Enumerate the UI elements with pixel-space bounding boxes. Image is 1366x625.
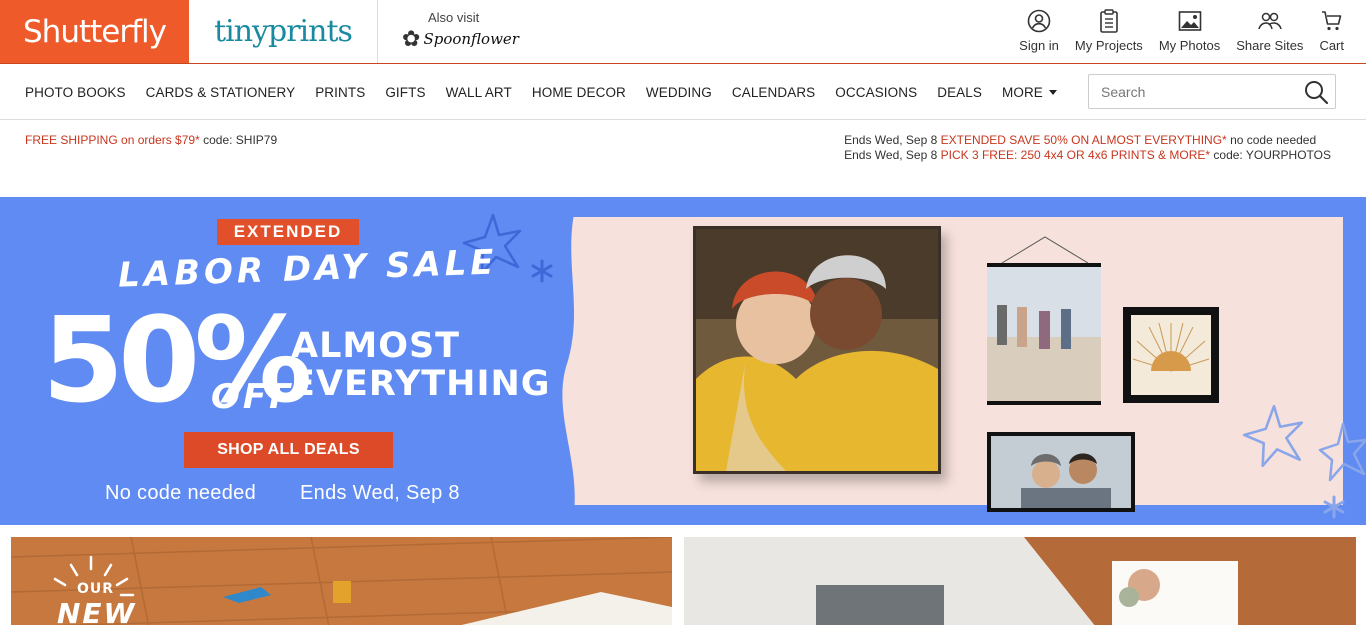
nav-wedding[interactable]: WEDDING bbox=[636, 85, 722, 100]
shop-all-deals-button[interactable]: SHOP ALL DEALS bbox=[184, 432, 393, 468]
framed-sun-print bbox=[1123, 307, 1219, 403]
spoonflower-flower-icon: ✿ bbox=[402, 26, 421, 51]
search-input[interactable] bbox=[1089, 75, 1299, 108]
my-photos-link[interactable]: My Photos bbox=[1151, 6, 1228, 58]
deal-promo-1-ends: Ends Wed, Sep 8 bbox=[844, 133, 938, 147]
tinyprints-logo-text: tinyprints bbox=[214, 14, 353, 49]
top-header: Shutterfly tinyprints Also visit ✿ Spoon… bbox=[0, 0, 1366, 64]
spoonflower-logo-text: Spoonflower bbox=[423, 30, 519, 48]
asterisk-doodle-right-icon bbox=[1323, 495, 1345, 519]
also-visit-spoonflower[interactable]: Also visit ✿ Spoonflower bbox=[400, 8, 520, 58]
deal-promo-2-offer: PICK 3 FREE: 250 4x4 OR 4x6 PRINTS & MOR… bbox=[940, 148, 1211, 162]
hero-ends-note: Ends Wed, Sep 8 bbox=[300, 482, 460, 504]
promo-strip: FREE SHIPPING on orders $79* code: SHIP7… bbox=[0, 120, 1366, 196]
nav-calendars[interactable]: CALENDARS bbox=[722, 85, 825, 100]
category-list: PHOTO BOOKS CARDS & STATIONERY PRINTS GI… bbox=[15, 64, 1067, 120]
hero-subheadline-line1: ALMOST bbox=[291, 326, 461, 366]
hero-no-code-note: No code needed bbox=[105, 482, 256, 504]
tile-left-line1: OUR bbox=[77, 581, 115, 597]
hero-headline: LABOR DAY SALE bbox=[117, 242, 499, 296]
shutterfly-logo-text: Shutterfly bbox=[23, 13, 167, 50]
sign-in-label: Sign in bbox=[1019, 38, 1059, 53]
extended-tag: EXTENDED bbox=[217, 219, 359, 245]
star-doodle-edge-icon bbox=[1318, 422, 1366, 482]
promo-tile-new[interactable]: OUR NEW bbox=[11, 537, 672, 625]
couple-photo-image bbox=[991, 436, 1131, 508]
nav-cards-stationery[interactable]: CARDS & STATIONERY bbox=[136, 85, 306, 100]
free-shipping-promo[interactable]: FREE SHIPPING on orders $79* code: SHIP7… bbox=[25, 133, 277, 147]
image-icon bbox=[1178, 6, 1202, 36]
my-projects-link[interactable]: My Projects bbox=[1067, 6, 1151, 58]
free-shipping-text: FREE SHIPPING on orders $79* bbox=[25, 133, 200, 147]
nav-more-label: MORE bbox=[1002, 84, 1043, 100]
deal-promo-1-offer: EXTENDED SAVE 50% ON ALMOST EVERYTHING* bbox=[940, 133, 1227, 147]
nav-photo-books[interactable]: PHOTO BOOKS bbox=[15, 85, 136, 100]
framed-photo-couple bbox=[987, 432, 1135, 512]
user-circle-icon bbox=[1027, 6, 1051, 36]
beach-photo-image bbox=[987, 267, 1101, 401]
asterisk-doodle-icon bbox=[531, 259, 553, 283]
search-icon[interactable] bbox=[1303, 79, 1329, 105]
tinyprints-logo[interactable]: tinyprints bbox=[189, 0, 378, 63]
nav-home-decor[interactable]: HOME DECOR bbox=[522, 85, 636, 100]
people-icon bbox=[1257, 6, 1283, 36]
share-sites-label: Share Sites bbox=[1236, 38, 1304, 53]
deal-promo-1-note: no code needed bbox=[1230, 133, 1317, 147]
star-doodle-right-icon bbox=[1242, 404, 1304, 468]
nav-deals[interactable]: DEALS bbox=[927, 85, 992, 100]
share-sites-link[interactable]: Share Sites bbox=[1228, 6, 1311, 58]
tile-left-line2: NEW bbox=[57, 597, 137, 625]
nav-gifts[interactable]: GIFTS bbox=[375, 85, 435, 100]
nav-more[interactable]: MORE bbox=[992, 85, 1067, 100]
promo-tile-wedding[interactable] bbox=[684, 537, 1356, 625]
framed-photo-friends bbox=[693, 226, 941, 474]
utility-nav: Sign in My Projects My Photos Share Site… bbox=[1011, 6, 1352, 58]
deal-promo-1[interactable]: Ends Wed, Sep 8 EXTENDED SAVE 50% ON ALM… bbox=[844, 133, 1331, 148]
cart-icon bbox=[1320, 6, 1344, 36]
hero-subheadline: ALMOST EVERYTHING bbox=[291, 327, 551, 403]
hanging-string bbox=[1001, 236, 1089, 264]
shutterfly-logo[interactable]: Shutterfly bbox=[0, 0, 189, 63]
hero-wave-edge bbox=[548, 197, 578, 525]
sun-print-image bbox=[1131, 315, 1211, 395]
free-shipping-code: code: SHIP79 bbox=[203, 133, 278, 147]
sign-in-link[interactable]: Sign in bbox=[1011, 6, 1067, 58]
deal-promos: Ends Wed, Sep 8 EXTENDED SAVE 50% ON ALM… bbox=[844, 133, 1331, 163]
hero-wall-art-photo bbox=[560, 217, 1343, 505]
hero-banner[interactable]: EXTENDED LABOR DAY SALE 50% OFF ALMOST E… bbox=[0, 197, 1366, 525]
caret-down-icon bbox=[1048, 89, 1057, 95]
friends-photo-image bbox=[696, 229, 938, 471]
hero-off-label: OFF bbox=[211, 377, 296, 417]
category-nav: PHOTO BOOKS CARDS & STATIONERY PRINTS GI… bbox=[0, 64, 1366, 120]
nav-occasions[interactable]: OCCASIONS bbox=[825, 85, 927, 100]
hero-subheadline-line2: EVERYTHING bbox=[291, 364, 551, 404]
deal-promo-2-code: code: YOURPHOTOS bbox=[1213, 148, 1331, 162]
nav-prints[interactable]: PRINTS bbox=[305, 85, 375, 100]
cart-label: Cart bbox=[1319, 38, 1344, 53]
tile-right-image bbox=[684, 537, 1356, 625]
cart-link[interactable]: Cart bbox=[1311, 6, 1352, 58]
spoonflower-logo: ✿ Spoonflower bbox=[402, 28, 519, 50]
search-box bbox=[1088, 74, 1336, 109]
my-projects-label: My Projects bbox=[1074, 38, 1143, 53]
also-visit-label: Also visit bbox=[428, 10, 480, 25]
hanging-photo-beach bbox=[987, 263, 1101, 405]
clipboard-icon bbox=[1098, 6, 1120, 36]
deal-promo-2-ends: Ends Wed, Sep 8 bbox=[844, 148, 938, 162]
nav-wall-art[interactable]: WALL ART bbox=[436, 85, 522, 100]
deal-promo-2[interactable]: Ends Wed, Sep 8 PICK 3 FREE: 250 4x4 OR … bbox=[844, 148, 1331, 163]
my-photos-label: My Photos bbox=[1158, 38, 1221, 53]
